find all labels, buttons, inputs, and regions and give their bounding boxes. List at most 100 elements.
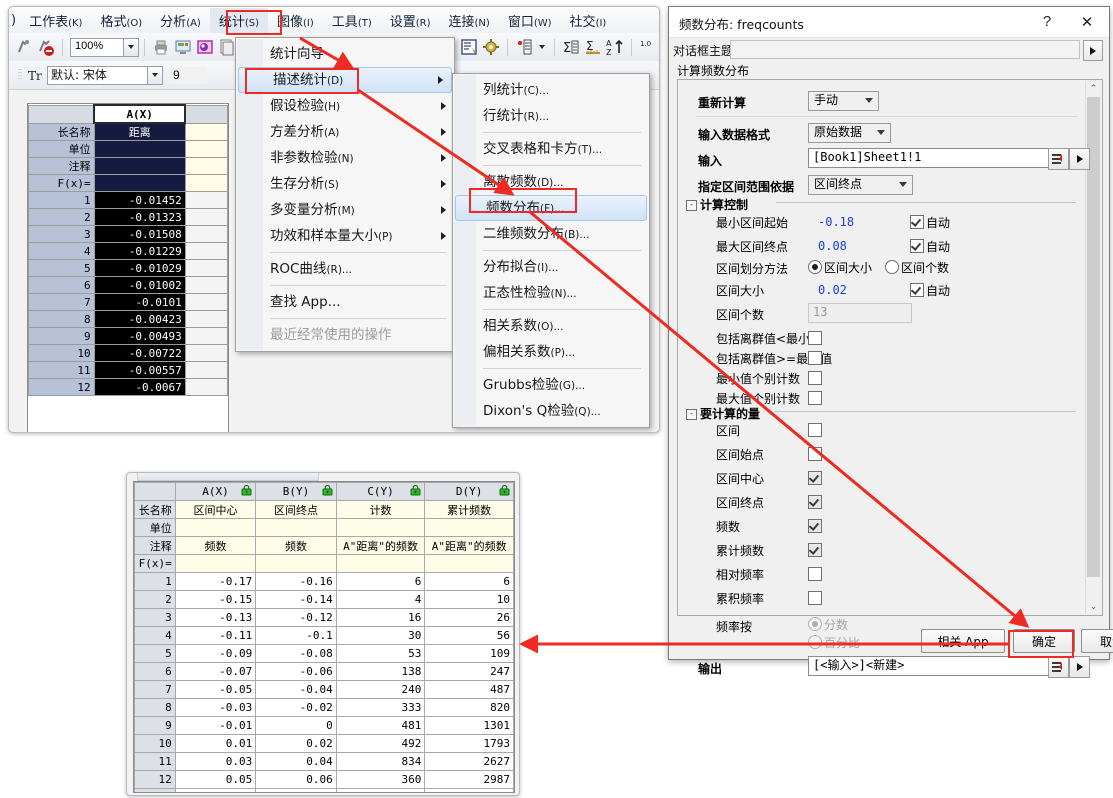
result-column-header-b[interactable]: B(Y) — [255, 482, 337, 501]
stat-menu-item-1[interactable]: 描述统计(D) — [238, 67, 452, 93]
source-row-blank[interactable] — [184, 225, 228, 243]
source-row-blank[interactable] — [184, 242, 228, 260]
menu-item-image[interactable]: 图像(I) — [268, 8, 323, 33]
recalc-combo[interactable]: 手动 — [808, 91, 879, 111]
result-title-tab[interactable] — [137, 473, 319, 481]
descriptive-statistics-icon[interactable]: Σ — [583, 37, 603, 57]
close-button[interactable]: ✕ — [1067, 7, 1107, 36]
stat-menu-item-7[interactable]: 功效和样本量大小(P) — [236, 223, 454, 249]
source-row-number[interactable]: 2 — [28, 208, 95, 226]
source-row-value[interactable]: -0.01002 — [93, 276, 186, 294]
add-new-column-icon[interactable] — [514, 37, 534, 57]
source-row-value[interactable]: -0.01452 — [93, 191, 186, 209]
result-cell[interactable]: -0.14 — [255, 590, 337, 609]
menu-item-social[interactable]: 社交(I) — [561, 8, 616, 33]
quantity-checkbox-1[interactable] — [808, 447, 822, 461]
settings-gear-icon[interactable] — [481, 37, 501, 57]
source-row-number[interactable]: 5 — [28, 259, 95, 277]
zoom-level-input[interactable]: 100% — [70, 37, 124, 57]
menu-item-statistics[interactable]: 统计(S) — [209, 7, 269, 33]
stat-menu-item-2[interactable]: 假设检验(H) — [236, 93, 454, 119]
result-cell[interactable]: 26 — [424, 608, 514, 627]
statistics-dropdown-menu[interactable]: 统计向导 描述统计(D) 假设检验(H) 方差分析(A) 非参数检验(N) 生存分析(S)… — [235, 37, 455, 352]
font-size-input[interactable]: 9 — [169, 66, 207, 84]
result-cell[interactable]: 240 — [335, 680, 426, 699]
source-row-value[interactable]: -0.0067 — [93, 378, 186, 396]
source-row-value[interactable]: -0.00722 — [93, 344, 186, 362]
menu-item-tools[interactable]: 工具(T) — [323, 8, 381, 33]
bin-size-auto-checkbox[interactable] — [910, 283, 924, 297]
export-graph-icon[interactable] — [195, 37, 215, 57]
menu-item-window[interactable]: 窗口(W) — [499, 8, 561, 33]
result-meta-cell[interactable]: 频数 — [255, 536, 337, 555]
result-row-number[interactable]: 8 — [134, 698, 176, 717]
quantity-checkbox-0[interactable] — [808, 423, 822, 437]
result-cell[interactable]: 109 — [424, 644, 514, 663]
outlier-lt-checkbox[interactable] — [808, 331, 822, 345]
stat-menu-item-3[interactable]: 方差分析(A) — [236, 119, 454, 145]
lock-icon-c[interactable] — [410, 484, 421, 496]
result-column-header-c[interactable]: C(Y) — [335, 482, 426, 501]
stat-menu-item-6[interactable]: 多变量分析(M) — [236, 197, 454, 223]
meta-value-longname[interactable]: 距离 — [93, 122, 186, 141]
decimal-format-icon[interactable]: 1.0 — [638, 37, 658, 57]
result-cell[interactable]: -0.07 — [174, 662, 257, 681]
stat-menu-item-5[interactable]: 生存分析(S) — [236, 171, 454, 197]
scroll-down-button[interactable]: ⌄ — [1086, 599, 1101, 614]
result-cell[interactable]: 1301 — [424, 716, 514, 735]
scroll-up-button[interactable]: ⌃ — [1086, 81, 1101, 96]
result-meta-cell[interactable]: A"距离"的频数 — [424, 536, 514, 555]
print-preview-icon[interactable] — [173, 37, 193, 57]
menu-item-0[interactable]: ) — [9, 10, 20, 31]
result-cell[interactable]: 492 — [335, 734, 426, 753]
bin-method-radio-count[interactable] — [885, 260, 899, 274]
source-row-blank[interactable] — [184, 276, 228, 294]
result-meta-cell[interactable]: 累计频数 — [424, 500, 514, 519]
result-row-number[interactable]: 11 — [134, 752, 176, 771]
source-row-value[interactable]: -0.01323 — [93, 208, 186, 226]
result-cell[interactable]: -0.11 — [174, 626, 257, 645]
result-cell[interactable]: 10 — [424, 590, 514, 609]
result-cell[interactable]: -0.08 — [255, 644, 337, 663]
result-cell[interactable]: 247 — [424, 662, 514, 681]
ok-button[interactable]: 确定 — [1013, 629, 1075, 653]
sum-statistics-icon[interactable]: Σ — [561, 37, 581, 57]
cancel-button[interactable]: 取消 — [1081, 629, 1113, 653]
source-row-number[interactable]: 3 — [28, 225, 95, 243]
lock-icon-b[interactable] — [322, 484, 333, 496]
copy-page-icon[interactable] — [217, 37, 237, 57]
result-cell[interactable]: 0 — [255, 716, 337, 735]
result-cell[interactable]: 138 — [335, 662, 426, 681]
source-row-number[interactable]: 10 — [28, 344, 95, 362]
result-cell[interactable]: -0.13 — [174, 608, 257, 627]
max-separate-checkbox[interactable] — [808, 391, 822, 405]
column-header-next[interactable] — [184, 104, 228, 124]
result-row-number[interactable]: 1 — [134, 572, 176, 591]
source-row-blank[interactable] — [184, 191, 228, 209]
corner-cell[interactable] — [28, 104, 95, 124]
bin-size-value[interactable]: 0.02 — [818, 283, 847, 297]
input-range-field[interactable]: [Book1]Sheet1!1 — [808, 148, 1049, 168]
result-cell[interactable]: 56 — [424, 626, 514, 645]
menu-item-connect[interactable]: 连接(N) — [440, 8, 499, 33]
quantity-checkbox-5[interactable] — [808, 543, 822, 557]
result-cell[interactable]: 0.04 — [255, 752, 337, 771]
result-cell[interactable]: 333 — [335, 698, 426, 717]
result-meta-cell[interactable] — [424, 554, 514, 573]
meta-blank-longname[interactable] — [184, 122, 228, 141]
submenu-item-5[interactable]: 离散频数(D)... — [453, 169, 649, 195]
result-cell[interactable]: 6 — [424, 572, 514, 591]
result-cell[interactable]: 0.07 — [174, 788, 257, 792]
result-cell[interactable]: -0.03 — [174, 698, 257, 717]
submenu-item-12[interactable]: 相关系数(O)... — [453, 313, 649, 339]
source-row-number[interactable]: 6 — [28, 276, 95, 294]
menu-item-settings[interactable]: 设置(R) — [381, 8, 440, 33]
quantity-checkbox-3[interactable] — [808, 495, 822, 509]
result-cell[interactable]: -0.17 — [174, 572, 257, 591]
descriptive-statistics-submenu[interactable]: 列统计(C)... 行统计(R)... 交叉表格和卡方(T)... 离散频数(D)..… — [452, 73, 650, 428]
result-column-header-a[interactable]: A(X) — [174, 482, 257, 501]
result-row-number[interactable]: 13 — [134, 788, 176, 792]
result-meta-cell[interactable] — [424, 518, 514, 537]
source-row-value[interactable]: -0.01508 — [93, 225, 186, 243]
result-column-header-d[interactable]: D(Y) — [424, 482, 514, 501]
